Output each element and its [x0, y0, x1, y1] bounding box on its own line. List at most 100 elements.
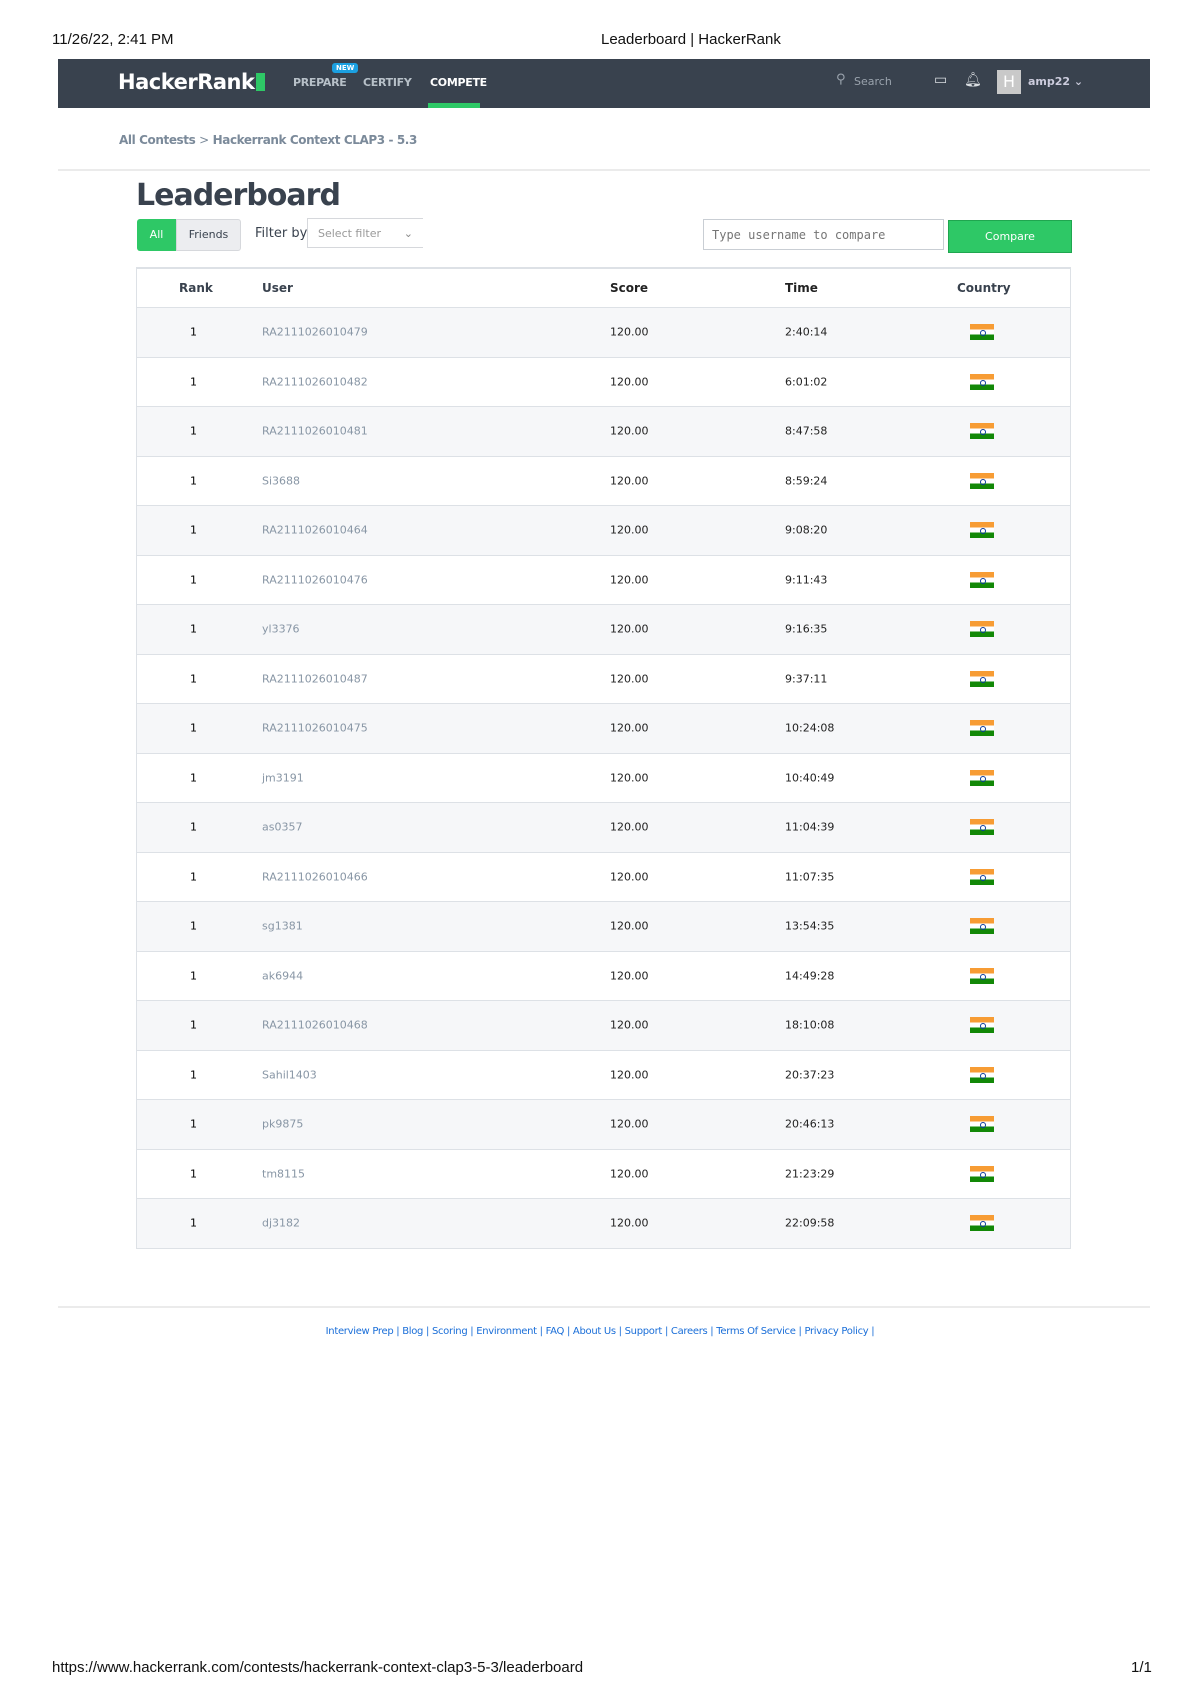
- top-nav: HackerRank PREPARE NEW CERTIFY COMPETE ⚲…: [58, 59, 1150, 108]
- filter-select-placeholder: Select filter: [318, 227, 382, 240]
- user-link[interactable]: Sahil1403: [262, 1068, 317, 1081]
- india-flag-icon: [970, 324, 994, 341]
- user-link[interactable]: tm8115: [262, 1167, 305, 1180]
- time-cell: 9:16:35: [785, 622, 828, 636]
- time-cell: 6:01:02: [785, 375, 828, 389]
- table-row: 1 jm3191 120.00 10:40:49: [136, 753, 1071, 803]
- header-country[interactable]: Country: [957, 281, 1011, 295]
- user-link[interactable]: dj3182: [262, 1217, 300, 1230]
- time-cell: 21:23:29: [785, 1167, 835, 1181]
- chevron-down-icon: ⌄: [1073, 75, 1084, 88]
- username-menu[interactable]: amp22 ⌄: [1028, 75, 1083, 88]
- footer-link[interactable]: Blog: [402, 1326, 423, 1337]
- filter-select[interactable]: Select filter ⌄: [307, 218, 423, 248]
- india-flag-icon: [970, 1017, 994, 1034]
- time-cell: 11:04:39: [785, 820, 835, 834]
- india-flag-icon: [970, 373, 994, 390]
- footer-separator: |: [467, 1326, 477, 1337]
- score-cell: 120.00: [610, 573, 649, 587]
- user-link[interactable]: ak6944: [262, 969, 303, 982]
- user-link[interactable]: RA2111026010464: [262, 524, 368, 537]
- nav-certify[interactable]: CERTIFY: [363, 76, 412, 89]
- footer-separator: |: [536, 1326, 546, 1337]
- tab-friends[interactable]: Friends: [176, 219, 241, 251]
- india-flag-icon: [970, 522, 994, 539]
- score-cell: 120.00: [610, 474, 649, 488]
- footer-link[interactable]: Careers: [671, 1326, 708, 1337]
- rank-cell: 1: [190, 672, 197, 686]
- user-link[interactable]: pk9875: [262, 1118, 303, 1131]
- footer-link[interactable]: Support: [625, 1326, 663, 1337]
- user-link[interactable]: RA2111026010479: [262, 326, 368, 339]
- logo[interactable]: HackerRank: [118, 70, 266, 94]
- table-row: 1 sg1381 120.00 13:54:35: [136, 902, 1071, 952]
- header-time[interactable]: Time: [785, 281, 818, 295]
- tab-all[interactable]: All: [137, 219, 176, 251]
- rank-cell: 1: [190, 919, 197, 933]
- rank-cell: 1: [190, 573, 197, 587]
- header-user[interactable]: User: [262, 281, 293, 295]
- active-tab-indicator: [428, 103, 480, 108]
- header-rank[interactable]: Rank: [179, 281, 213, 295]
- india-flag-icon: [970, 769, 994, 786]
- avatar[interactable]: H: [997, 70, 1021, 94]
- print-page-number: 1/1: [1131, 1659, 1152, 1676]
- score-cell: 120.00: [610, 622, 649, 636]
- footer-link[interactable]: Privacy Policy: [804, 1326, 868, 1337]
- user-link[interactable]: RA2111026010468: [262, 1019, 368, 1032]
- rank-cell: 1: [190, 721, 197, 735]
- user-link[interactable]: RA2111026010482: [262, 375, 368, 388]
- username: amp22: [1028, 75, 1071, 88]
- nav-compete[interactable]: COMPETE: [430, 76, 487, 89]
- india-flag-icon: [970, 1165, 994, 1182]
- user-link[interactable]: RA2111026010466: [262, 870, 368, 883]
- breadcrumb-current[interactable]: Hackerrank Context CLAP3 - 5.3: [213, 133, 418, 147]
- footer-link[interactable]: Interview Prep: [326, 1326, 394, 1337]
- table-row: 1 RA2111026010481 120.00 8:47:58: [136, 407, 1071, 457]
- score-cell: 120.00: [610, 375, 649, 389]
- time-cell: 18:10:08: [785, 1018, 835, 1032]
- user-link[interactable]: RA2111026010481: [262, 425, 368, 438]
- india-flag-icon: [970, 621, 994, 638]
- india-flag-icon: [970, 967, 994, 984]
- user-link[interactable]: yl3376: [262, 623, 300, 636]
- time-cell: 14:49:28: [785, 969, 835, 983]
- user-link[interactable]: RA2111026010487: [262, 672, 368, 685]
- time-cell: 8:59:24: [785, 474, 828, 488]
- compare-button[interactable]: Compare: [948, 220, 1072, 253]
- user-link[interactable]: Si3688: [262, 474, 300, 487]
- search-input[interactable]: Search: [854, 75, 892, 88]
- nav-prepare[interactable]: PREPARE: [293, 76, 347, 89]
- header-score[interactable]: Score: [610, 281, 648, 295]
- rank-cell: 1: [190, 870, 197, 884]
- footer-link[interactable]: Scoring: [432, 1326, 468, 1337]
- time-cell: 10:40:49: [785, 771, 835, 785]
- rank-cell: 1: [190, 1167, 197, 1181]
- score-cell: 120.00: [610, 969, 649, 983]
- user-link[interactable]: RA2111026010475: [262, 722, 368, 735]
- table-row: 1 yl3376 120.00 9:16:35: [136, 605, 1071, 655]
- footer-link[interactable]: Environment: [476, 1326, 537, 1337]
- footer-separator: |: [423, 1326, 432, 1337]
- compare-username-input[interactable]: [703, 219, 944, 250]
- footer-link[interactable]: FAQ: [546, 1326, 565, 1337]
- rank-cell: 1: [190, 771, 197, 785]
- time-cell: 11:07:35: [785, 870, 835, 884]
- table-row: 1 dj3182 120.00 22:09:58: [136, 1199, 1071, 1249]
- rank-cell: 1: [190, 820, 197, 834]
- notifications-bell-icon[interactable]: 🔔︎: [964, 72, 982, 88]
- messages-icon[interactable]: ▭: [934, 72, 947, 88]
- footer-link[interactable]: Terms Of Service: [716, 1326, 796, 1337]
- breadcrumb-all-contests[interactable]: All Contests: [119, 133, 196, 147]
- rank-cell: 1: [190, 523, 197, 537]
- time-cell: 20:37:23: [785, 1068, 835, 1082]
- user-link[interactable]: RA2111026010476: [262, 573, 368, 586]
- user-link[interactable]: sg1381: [262, 920, 303, 933]
- footer-separator: |: [615, 1326, 625, 1337]
- table-row: 1 RA2111026010468 120.00 18:10:08: [136, 1001, 1071, 1051]
- print-datetime: 11/26/22, 2:41 PM: [52, 31, 174, 48]
- table-row: 1 Sahil1403 120.00 20:37:23: [136, 1050, 1071, 1100]
- footer-link[interactable]: About Us: [573, 1326, 616, 1337]
- user-link[interactable]: as0357: [262, 821, 302, 834]
- user-link[interactable]: jm3191: [262, 771, 304, 784]
